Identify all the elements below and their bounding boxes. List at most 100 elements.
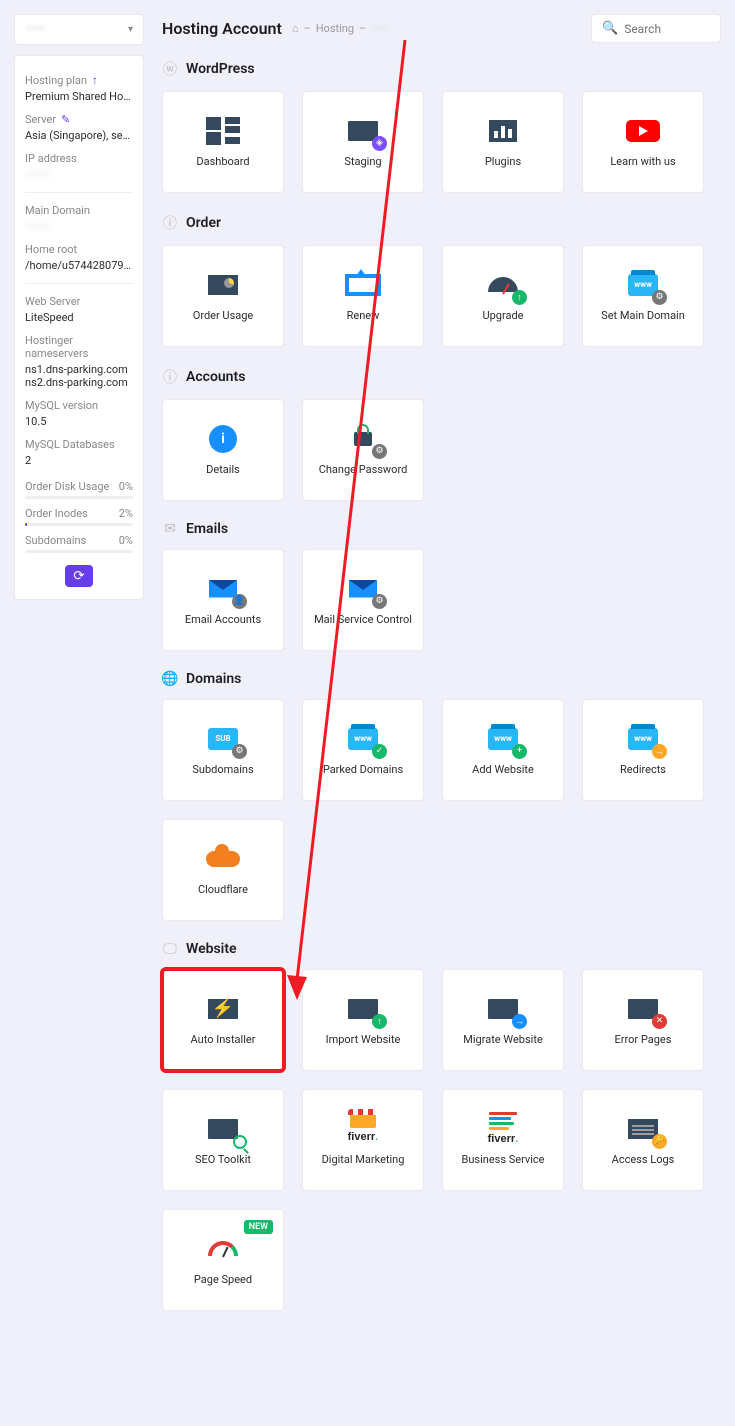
- subdomains-pct: 0%: [119, 534, 133, 547]
- card-migrate-website[interactable]: →Migrate Website: [442, 969, 564, 1071]
- new-badge: NEW: [244, 1220, 273, 1234]
- card-seo-toolkit[interactable]: SEO Toolkit: [162, 1089, 284, 1191]
- pie-monitor-icon: [208, 275, 238, 295]
- server-value: Asia (Singapore), server...: [25, 129, 133, 142]
- hosting-plan-label: Hosting plan: [25, 74, 87, 87]
- search-input[interactable]: [624, 22, 710, 36]
- server-label: Server: [25, 113, 56, 126]
- card-digital-marketing[interactable]: fiverr.Digital Marketing: [302, 1089, 424, 1191]
- inodes-pct: 2%: [119, 507, 133, 520]
- layers-badge-icon: ◈: [372, 136, 387, 151]
- card-cloudflare[interactable]: Cloudflare: [162, 819, 284, 921]
- x-badge-icon: ✕: [652, 1014, 667, 1029]
- fiverr-icon: fiverr.: [348, 1130, 379, 1143]
- user-badge-icon: 👤: [232, 594, 247, 609]
- speedometer-icon: [208, 1241, 238, 1256]
- hosting-plan-value: Premium Shared Hosting: [25, 90, 133, 103]
- plus-badge-icon: +: [512, 744, 527, 759]
- refresh-icon: ⟳: [73, 569, 84, 584]
- renew-icon: [345, 274, 381, 296]
- domain-selector-value: ——: [25, 22, 45, 37]
- search-icon: 🔍: [602, 21, 618, 36]
- check-badge-icon: ✓: [372, 744, 387, 759]
- card-access-logs[interactable]: 🔑Access Logs: [582, 1089, 704, 1191]
- nameservers-label: Hostinger nameservers: [25, 334, 133, 360]
- bc-hosting[interactable]: Hosting: [316, 22, 354, 35]
- chevron-down-icon: ▾: [128, 24, 133, 35]
- card-order-usage[interactable]: Order Usage: [162, 245, 284, 347]
- monitor-icon: [208, 1119, 238, 1139]
- edit-server-icon[interactable]: ✎: [61, 113, 70, 126]
- domain-selector[interactable]: —— ▾: [14, 14, 144, 45]
- info-panel: Hosting plan ↑ Premium Shared Hosting Ser…: [14, 55, 144, 600]
- cloudflare-icon: [206, 851, 240, 867]
- envelope-icon: [209, 580, 237, 598]
- info-icon: ⓘ: [162, 367, 178, 387]
- lines-icon: [489, 1112, 517, 1130]
- card-business-service[interactable]: fiverr.Business Service: [442, 1089, 564, 1191]
- page-title: Hosting Account: [162, 19, 282, 38]
- inodes-bar: [25, 523, 133, 526]
- card-parked-domains[interactable]: www✓Parked Domains: [302, 699, 424, 801]
- gear-badge-icon: ⚙: [372, 594, 387, 609]
- section-title-emails: Emails: [186, 521, 228, 537]
- card-auto-installer[interactable]: Auto Installer: [162, 969, 284, 1071]
- ip-label: IP address: [25, 152, 133, 165]
- card-renew[interactable]: Renew: [302, 245, 424, 347]
- inodes-label: Order Inodes: [25, 507, 88, 520]
- card-error-pages[interactable]: ✕Error Pages: [582, 969, 704, 1071]
- key-badge-icon: 🔑: [652, 1134, 667, 1149]
- subdomains-bar: [25, 550, 133, 553]
- bars-icon: [489, 120, 517, 142]
- fiverr-icon: fiverr.: [488, 1132, 519, 1145]
- ns1-value: ns1.dns-parking.com: [25, 363, 133, 376]
- lock-icon: [354, 432, 372, 446]
- card-details[interactable]: iDetails: [162, 399, 284, 501]
- card-mail-service[interactable]: ⚙Mail Service Control: [302, 549, 424, 651]
- section-title-website: Website: [186, 941, 237, 957]
- up-badge-icon: ↑: [372, 1014, 387, 1029]
- magnifier-badge-icon: [233, 1135, 247, 1149]
- card-learn[interactable]: Learn with us: [582, 91, 704, 193]
- globe-icon: 🌐: [162, 671, 178, 687]
- ns2-value: ns2.dns-parking.com: [25, 376, 133, 389]
- gear-badge-icon: ⚙: [372, 444, 387, 459]
- upgrade-arrow-icon[interactable]: ↑: [92, 73, 98, 87]
- gear-badge-icon: ⚙: [652, 290, 667, 305]
- shop-icon: [350, 1115, 376, 1128]
- card-upgrade[interactable]: ↑Upgrade: [442, 245, 564, 347]
- mysql-db-value: 2: [25, 454, 133, 467]
- card-email-accounts[interactable]: 👤Email Accounts: [162, 549, 284, 651]
- card-staging[interactable]: ◈Staging: [302, 91, 424, 193]
- web-server-label: Web Server: [25, 295, 133, 308]
- mysql-ver-value: 10.5: [25, 415, 133, 428]
- home-root-label: Home root: [25, 243, 133, 256]
- info-circle-icon: i: [209, 425, 237, 453]
- card-redirects[interactable]: www→Redirects: [582, 699, 704, 801]
- card-plugins[interactable]: Plugins: [442, 91, 564, 193]
- dashboard-icon: [206, 117, 240, 145]
- card-subdomains[interactable]: SUB⚙Subdomains: [162, 699, 284, 801]
- card-dashboard[interactable]: Dashboard: [162, 91, 284, 193]
- mysql-db-label: MySQL Databases: [25, 438, 133, 451]
- main-domain-value: ———: [25, 220, 133, 233]
- card-import-website[interactable]: ↑Import Website: [302, 969, 424, 1071]
- main-domain-label: Main Domain: [25, 204, 133, 217]
- card-page-speed[interactable]: NEWPage Speed: [162, 1209, 284, 1311]
- subdomains-label: Subdomains: [25, 534, 86, 547]
- disk-usage-label: Order Disk Usage: [25, 480, 109, 493]
- breadcrumb: ⌂ – Hosting – ——: [292, 22, 389, 35]
- card-set-main-domain[interactable]: www⚙Set Main Domain: [582, 245, 704, 347]
- card-add-website[interactable]: www+Add Website: [442, 699, 564, 801]
- right-badge-icon: →: [512, 1014, 527, 1029]
- section-title-domains: Domains: [186, 671, 241, 687]
- home-root-value: /home/u574428079/do...: [25, 259, 133, 272]
- web-server-value: LiteSpeed: [25, 311, 133, 324]
- gear-badge-icon: ⚙: [232, 744, 247, 759]
- mail-section-icon: ✉: [162, 521, 178, 537]
- search-box[interactable]: 🔍: [591, 14, 721, 43]
- refresh-button[interactable]: ⟳: [65, 565, 93, 587]
- home-icon[interactable]: ⌂: [292, 22, 299, 35]
- monitor-section-icon: 🖵: [162, 941, 178, 957]
- card-change-password[interactable]: ⚙Change Password: [302, 399, 424, 501]
